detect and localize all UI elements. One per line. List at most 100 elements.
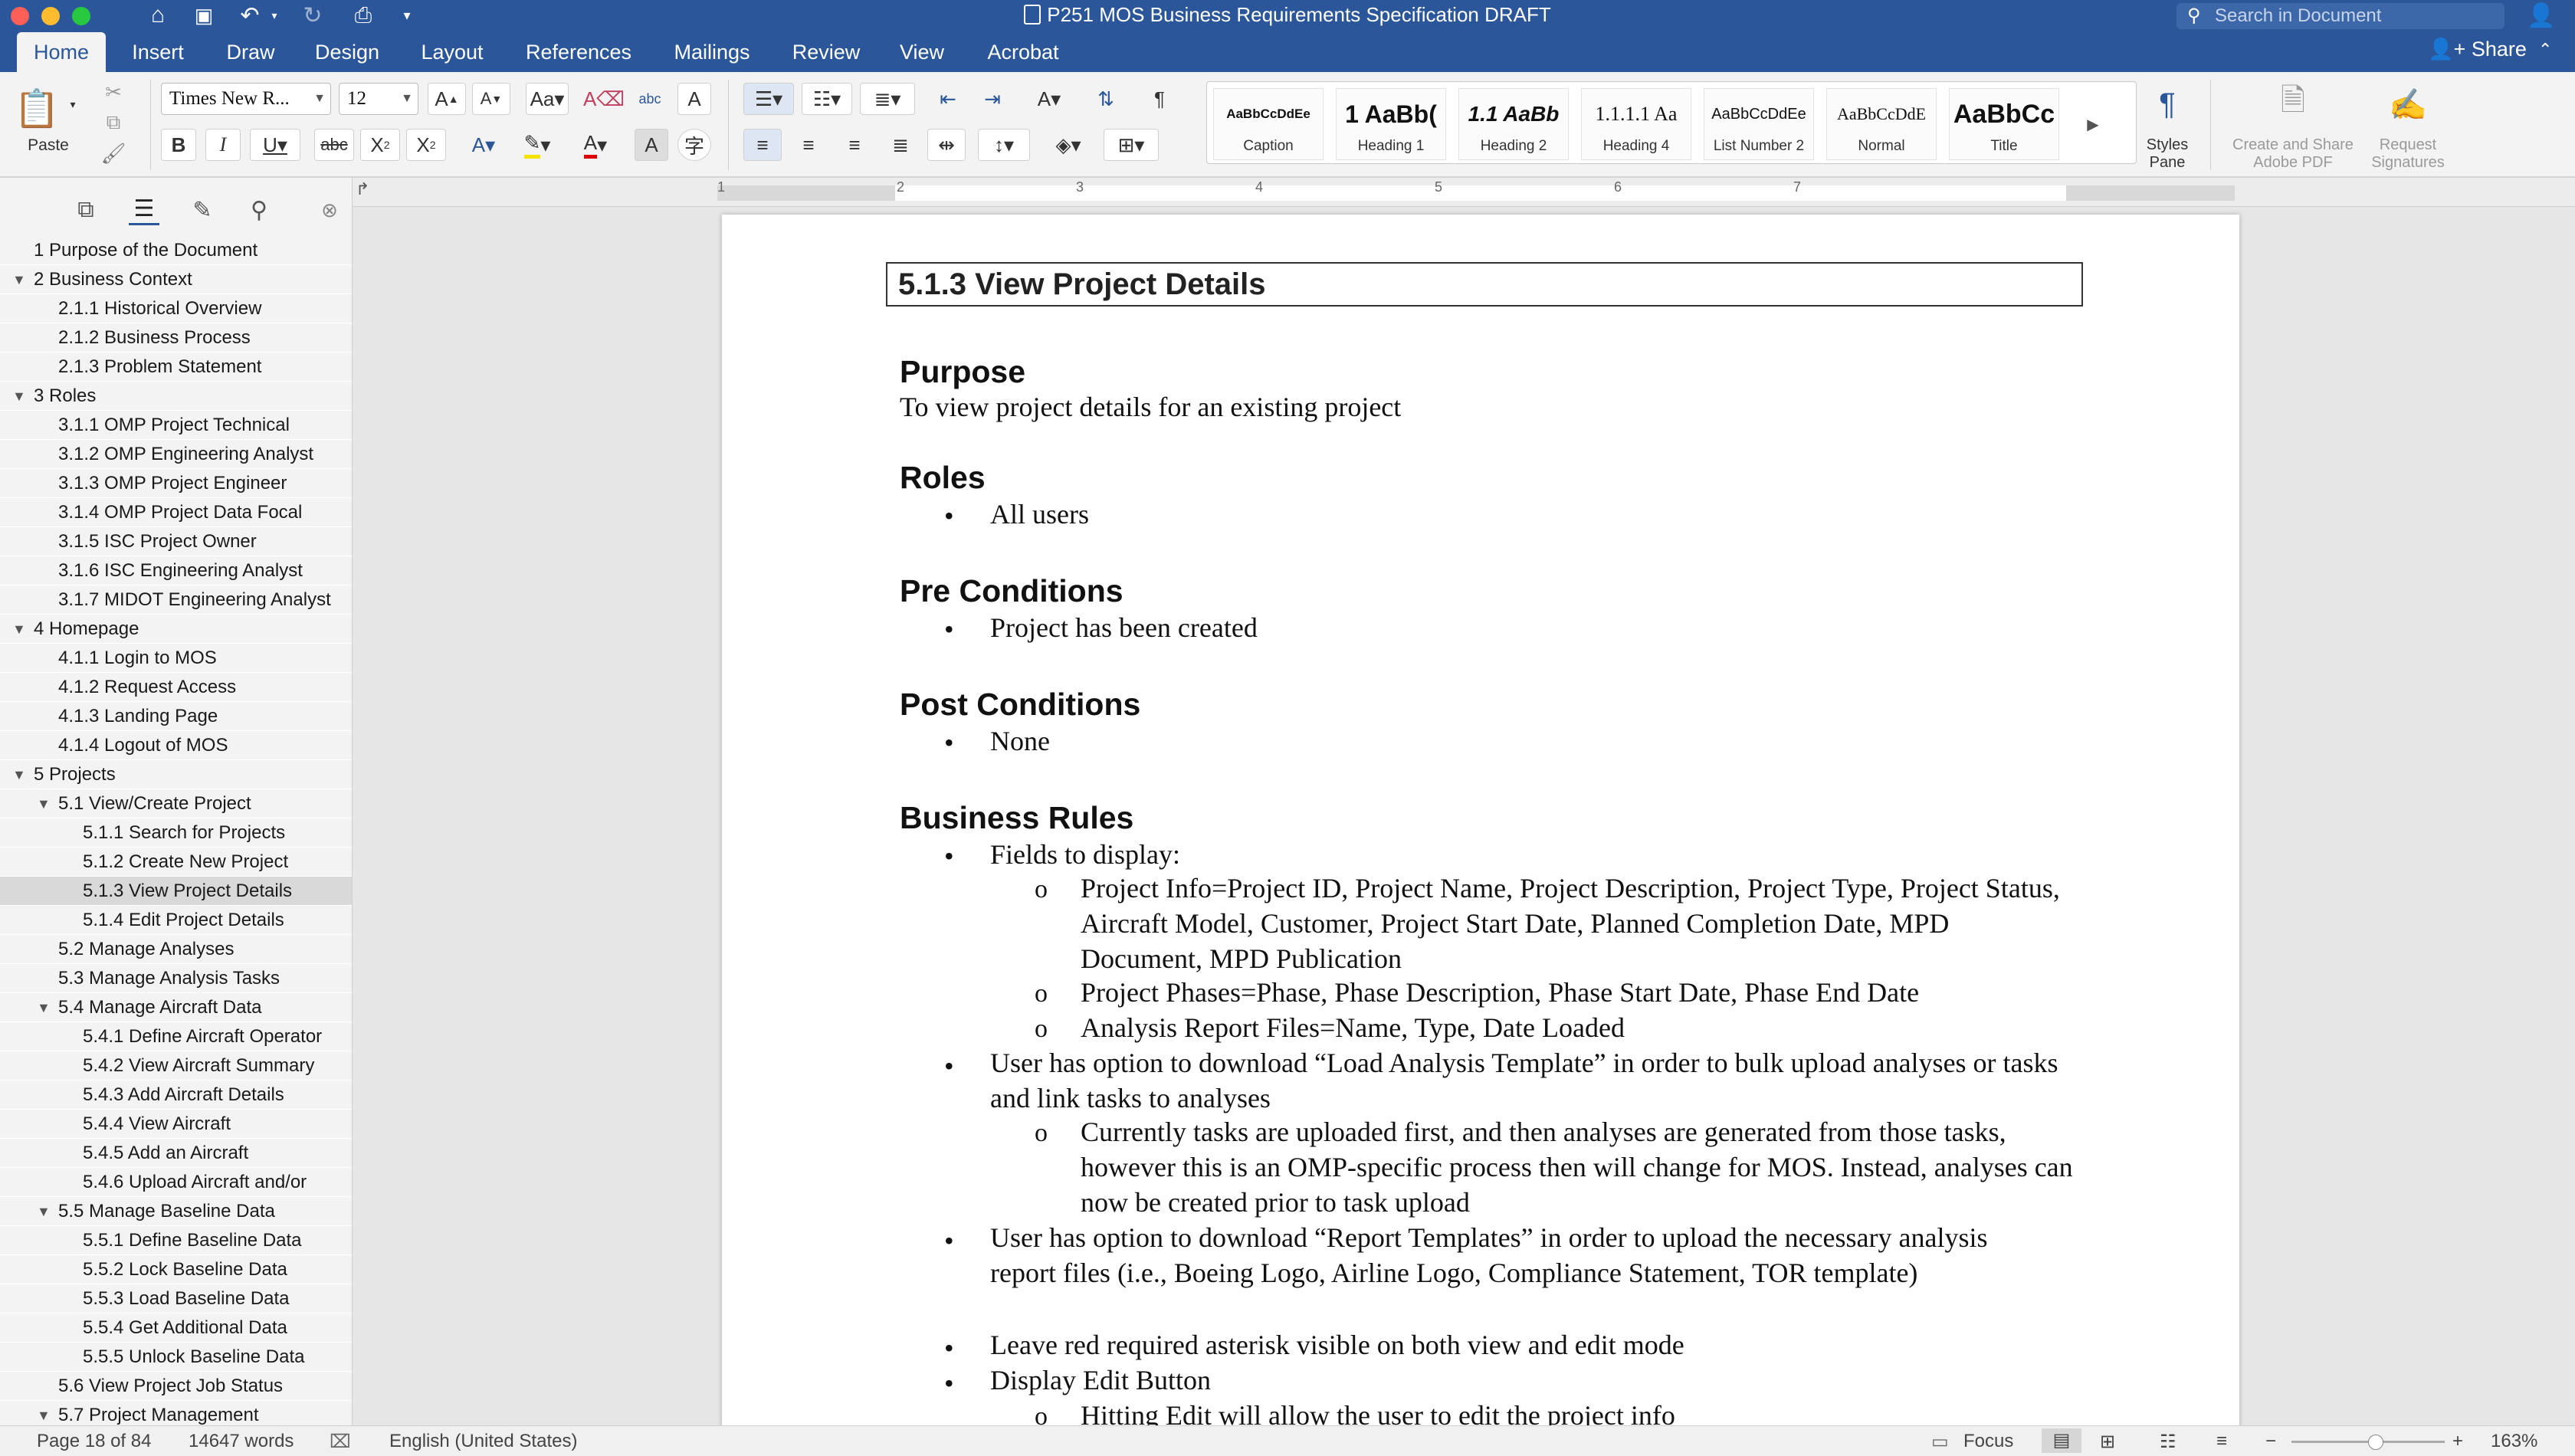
close-pane-icon[interactable]: ⊗ xyxy=(314,195,345,225)
nav-item[interactable]: 2.1.1 Historical Overview xyxy=(0,294,352,323)
nav-item[interactable]: 3.1.3 OMP Project Engineer xyxy=(0,469,352,498)
search-in-document-field[interactable]: ⚲ Search in Document xyxy=(2176,3,2504,29)
web-layout-icon[interactable]: ⊞ xyxy=(2100,1431,2115,1453)
language[interactable]: English (United States) xyxy=(389,1431,577,1452)
nav-item[interactable]: 5.1.4 Edit Project Details xyxy=(0,906,352,935)
nav-item[interactable]: ▼ 5.4 Manage Aircraft Data xyxy=(0,993,352,1022)
draft-view-icon[interactable]: ≡ xyxy=(2216,1431,2227,1452)
format-painter-icon[interactable]: 🖌 xyxy=(98,139,129,167)
paste-icon[interactable]: 📋 xyxy=(14,78,60,138)
nav-item[interactable]: 5.4.5 Add an Aircraft xyxy=(0,1139,352,1168)
customize-toolbar-icon[interactable]: ▾ xyxy=(395,2,418,29)
style-normal[interactable]: AaBbCcDdE Normal xyxy=(1826,88,1937,160)
style-heading-4[interactable]: 1.1.1.1 Aa Heading 4 xyxy=(1581,88,1691,160)
nav-item[interactable]: 2.1.2 Business Process xyxy=(0,323,352,353)
nav-item[interactable]: 5.1.1 Search for Projects xyxy=(0,818,352,848)
change-case-button[interactable]: Aa▾ xyxy=(526,83,569,115)
disclosure-triangle-icon[interactable]: ▼ xyxy=(37,993,51,1022)
shading-icon[interactable]: ◈▾ xyxy=(1041,129,1096,161)
document-page[interactable]: 5.1.3 View Project Details Purpose To vi… xyxy=(722,215,2239,1425)
document-area[interactable]: 5.1.3 View Project Details Purpose To vi… xyxy=(353,207,2575,1425)
horizontal-ruler[interactable]: ↱ 1 2 3 4 5 6 7 xyxy=(353,178,2575,207)
bold-button[interactable]: B xyxy=(161,129,196,161)
tab-insert[interactable]: Insert xyxy=(116,32,199,72)
tab-view[interactable]: View xyxy=(889,32,955,72)
show-formatting-marks-icon[interactable]: ¶ xyxy=(1140,83,1179,115)
underline-button[interactable]: U▾ xyxy=(250,129,300,161)
close-window-button[interactable] xyxy=(11,7,29,25)
paste-dropdown-icon[interactable]: ▾ xyxy=(66,95,80,113)
nav-item[interactable]: ▼ 5 Projects xyxy=(0,760,352,789)
nav-item[interactable]: 5.4.2 View Aircraft Summary xyxy=(0,1051,352,1081)
signature-icon[interactable]: ✍ xyxy=(2383,81,2432,127)
nav-item[interactable]: 4.1.4 Logout of MOS xyxy=(0,731,352,760)
sort-icon[interactable]: ⇅ xyxy=(1087,83,1125,115)
subscript-button[interactable]: X2 xyxy=(360,129,400,161)
search-icon[interactable]: ⚲ xyxy=(244,195,274,225)
tab-mailings[interactable]: Mailings xyxy=(662,32,762,72)
nav-item[interactable]: 3.1.6 ISC Engineering Analyst xyxy=(0,556,352,585)
print-layout-icon[interactable]: ▤ xyxy=(2042,1428,2081,1453)
nav-item[interactable]: 5.1.3 View Project Details xyxy=(0,877,352,906)
nav-item[interactable]: 5.5.2 Lock Baseline Data xyxy=(0,1255,352,1284)
tab-references[interactable]: References xyxy=(513,32,644,72)
nav-item[interactable]: 5.3 Manage Analysis Tasks xyxy=(0,964,352,993)
nav-item[interactable]: 3.1.4 OMP Project Data Focal xyxy=(0,498,352,527)
align-left-button[interactable]: ≡ xyxy=(743,129,782,161)
strikethrough-button[interactable]: abc xyxy=(314,129,354,161)
tab-draw[interactable]: Draw xyxy=(216,32,285,72)
nav-item[interactable]: 5.4.3 Add Aircraft Details xyxy=(0,1081,352,1110)
borders-icon[interactable]: ⊞▾ xyxy=(1104,129,1159,161)
shrink-font-button[interactable]: A ▼ xyxy=(472,83,510,115)
highlight-color-icon[interactable]: ✎ ▾ xyxy=(512,129,563,161)
word-count[interactable]: 14647 words xyxy=(189,1431,294,1452)
nav-item[interactable]: 3.1.7 MIDOT Engineering Analyst xyxy=(0,585,352,615)
bullets-button[interactable]: ☰▾ xyxy=(743,83,794,115)
adobe-pdf-icon[interactable]: 🗎 xyxy=(2268,81,2318,127)
grow-font-button[interactable]: A ▲ xyxy=(428,83,466,115)
nav-item[interactable]: 5.5.1 Define Baseline Data xyxy=(0,1226,352,1255)
disclosure-triangle-icon[interactable]: ▼ xyxy=(12,382,26,411)
disclosure-triangle-icon[interactable]: ▼ xyxy=(12,760,26,789)
nav-item[interactable]: 2.1.3 Problem Statement xyxy=(0,353,352,382)
style-heading-1[interactable]: 1 AaBb(Heading 1 xyxy=(1336,88,1446,160)
zoom-in-icon[interactable]: + xyxy=(2452,1431,2463,1452)
page-count[interactable]: Page 18 of 84 xyxy=(37,1431,151,1452)
styles-menu-icon[interactable]: A▾ xyxy=(1024,83,1074,115)
nav-item[interactable]: 1 Purpose of the Document xyxy=(0,236,352,265)
nav-item[interactable]: 5.4.6 Upload Aircraft and/or xyxy=(0,1168,352,1197)
align-right-button[interactable]: ≡ xyxy=(835,129,874,161)
nav-item[interactable]: ▼ 5.1 View/Create Project xyxy=(0,789,352,818)
home-icon[interactable]: ⌂ xyxy=(143,2,173,29)
font-name-select[interactable]: Times New R... ▼ xyxy=(161,83,331,115)
align-center-button[interactable]: ≡ xyxy=(789,129,828,161)
style-title[interactable]: AaBbCc Title xyxy=(1949,88,2059,160)
zoom-level[interactable]: 163% xyxy=(2491,1431,2537,1452)
styles-pane-icon[interactable]: ¶ xyxy=(2143,81,2192,127)
style-list-number-2[interactable]: AaBbCcDdEe List Number 2 xyxy=(1704,88,1814,160)
disclosure-triangle-icon[interactable]: ▼ xyxy=(37,1401,51,1425)
request-signatures-button[interactable]: Request Signatures xyxy=(2368,136,2448,172)
nav-item[interactable]: 5.5.4 Get Additional Data xyxy=(0,1313,352,1343)
nav-item[interactable]: ▼ 5.5 Manage Baseline Data xyxy=(0,1197,352,1226)
nav-item[interactable]: 4.1.2 Request Access xyxy=(0,673,352,702)
create-share-pdf-button[interactable]: Create and Share Adobe PDF xyxy=(2219,136,2367,172)
nav-item[interactable]: 4.1.3 Landing Page xyxy=(0,702,352,731)
justify-button[interactable]: ≣ xyxy=(881,129,920,161)
copy-icon[interactable]: ⧉ xyxy=(98,109,129,136)
nav-item[interactable]: 5.6 View Project Job Status xyxy=(0,1372,352,1401)
save-icon[interactable]: ▣ xyxy=(189,2,219,29)
increase-indent-icon[interactable]: ⇥ xyxy=(973,83,1012,115)
nav-item[interactable]: ▼ 2 Business Context xyxy=(0,265,352,294)
superscript-button[interactable]: X2 xyxy=(406,129,446,161)
tab-review[interactable]: Review xyxy=(782,32,871,72)
proofing-icon[interactable]: ⌧ xyxy=(330,1431,351,1453)
minimize-window-button[interactable] xyxy=(41,7,60,25)
styles-pane-button[interactable]: Styles Pane xyxy=(2135,136,2199,172)
disclosure-triangle-icon[interactable]: ▼ xyxy=(12,265,26,294)
styles-gallery-scroll-icon[interactable]: ▶ xyxy=(2071,105,2114,143)
nav-item[interactable]: 5.4.1 Define Aircraft Operator xyxy=(0,1022,352,1051)
zoom-slider-thumb[interactable] xyxy=(2368,1435,2383,1450)
nav-item[interactable]: ▼ 3 Roles xyxy=(0,382,352,411)
print-icon[interactable]: ⎙ xyxy=(346,2,380,29)
